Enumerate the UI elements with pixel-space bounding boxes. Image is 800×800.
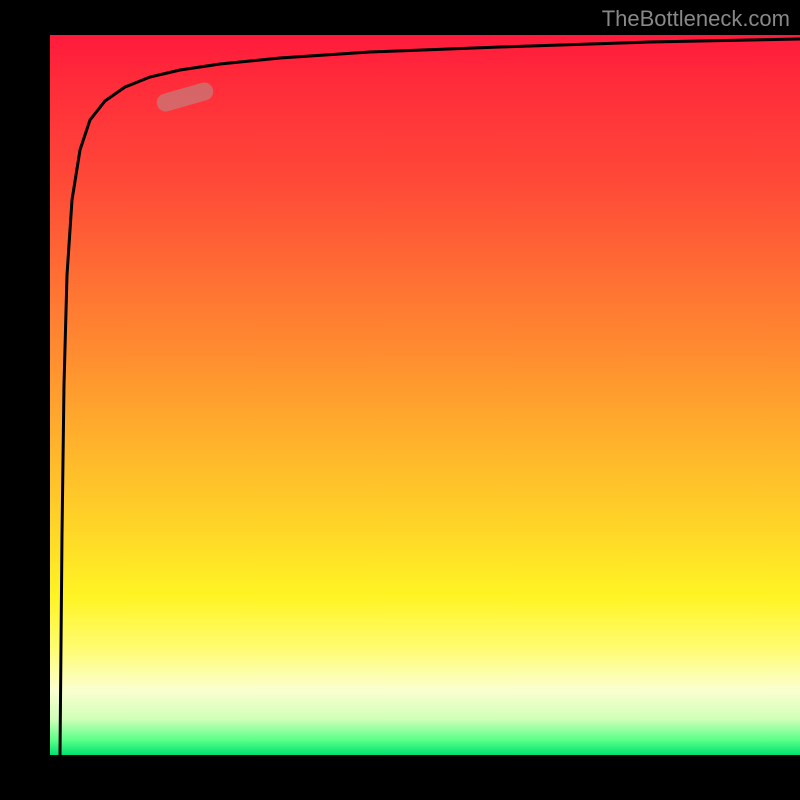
heat-gradient-background xyxy=(50,35,800,755)
plot-area xyxy=(50,35,800,755)
x-axis xyxy=(45,755,800,760)
attribution-text: TheBottleneck.com xyxy=(602,6,790,32)
chart-container: TheBottleneck.com xyxy=(0,0,800,800)
